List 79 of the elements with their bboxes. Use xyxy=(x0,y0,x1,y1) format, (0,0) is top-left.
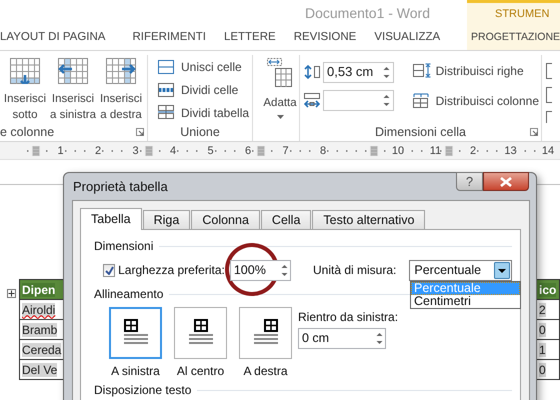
column-marker-icon xyxy=(444,146,452,156)
window-title: Documento1 - Word xyxy=(304,4,430,22)
cell-option-icon[interactable] xyxy=(546,87,552,103)
dialog-tab[interactable]: Testo alternativo xyxy=(312,210,426,229)
header-cell: ico xyxy=(536,280,560,300)
spinner-icon[interactable] xyxy=(375,330,384,347)
dialog-tab[interactable]: Riga xyxy=(142,210,190,229)
group-label: Dimensioni cella xyxy=(374,124,466,141)
distribute-columns-icon xyxy=(412,93,431,108)
merge-cells-icon xyxy=(158,60,176,75)
ribbon-tab[interactable]: REVISIONE xyxy=(284,29,366,47)
ribbon-button[interactable]: Distribuisci righe xyxy=(410,60,541,81)
ribbon-button[interactable]: Distribuisci colonne xyxy=(410,90,541,111)
height-field[interactable]: 0,53 cm xyxy=(323,62,394,82)
dialog-tab[interactable]: Tabella xyxy=(80,208,142,230)
ribbon-tab[interactable]: RIFERIMENTI xyxy=(123,29,215,47)
cell-option-icon[interactable] xyxy=(546,63,552,79)
insert-button[interactable]: Inserisci sotto xyxy=(2,55,48,123)
column-width-icon xyxy=(304,92,320,108)
autofit-icon xyxy=(267,58,293,88)
column-marker-icon xyxy=(257,146,265,156)
insert-column-right-icon xyxy=(106,58,136,84)
highlight-circle xyxy=(225,243,279,296)
unit-dropdown[interactable]: Percentuale xyxy=(409,260,512,280)
section-heading: Allineamento xyxy=(94,286,164,303)
section-heading: Dimensioni xyxy=(94,238,154,255)
alignment-label: Al centro xyxy=(176,364,224,379)
column-marker-icon xyxy=(32,146,40,156)
column-marker-icon xyxy=(144,146,152,156)
distribute-rows-icon xyxy=(412,63,431,78)
ribbon-tab[interactable]: LETTERE xyxy=(214,29,285,47)
ribbon-button[interactable]: Unisci celle xyxy=(156,57,252,78)
alignment-option[interactable] xyxy=(174,307,227,359)
alignment-label: A destra xyxy=(243,364,288,379)
close-icon xyxy=(499,176,513,186)
ribbon-tab[interactable]: VISUALIZZA xyxy=(365,29,450,47)
dialog-tab[interactable]: Colonna xyxy=(191,210,260,229)
dialog-launcher-icon[interactable] xyxy=(136,128,144,136)
move-handle-icon[interactable] xyxy=(7,289,16,298)
insert-button[interactable]: Inserisci a sinistra xyxy=(50,55,96,123)
ruler-number: 14 xyxy=(541,144,555,156)
insert-column-left-icon xyxy=(58,58,88,84)
alignment-label: A sinistra xyxy=(111,364,160,379)
column-marker-icon xyxy=(370,146,378,156)
caret-icon xyxy=(276,115,284,119)
dialog-title: Proprietà tabella xyxy=(73,178,168,196)
row-height-icon xyxy=(304,64,320,80)
alignment-option[interactable] xyxy=(109,307,162,359)
help-button[interactable]: ? xyxy=(456,172,483,191)
ruler-number: 13 xyxy=(504,144,518,156)
indent-field[interactable]: 0 cm xyxy=(298,328,386,349)
insert-button[interactable]: Inserisci a destra xyxy=(98,55,144,123)
dialog-tab[interactable]: Cella xyxy=(260,210,312,229)
ribbon-tab[interactable]: LAYOUT DI PAGINA xyxy=(0,29,124,47)
header-cell: Dipen xyxy=(20,280,64,300)
field-label: Rientro da sinistra: xyxy=(298,310,398,325)
dropdown-option[interactable]: Centimetri xyxy=(411,295,520,308)
checkbox[interactable] xyxy=(103,264,116,276)
ruler-number: 10 xyxy=(391,144,405,156)
width-field[interactable] xyxy=(323,90,394,110)
group-label: e colonne xyxy=(0,124,54,141)
dialog-launcher-icon[interactable] xyxy=(530,128,538,136)
alignment-option[interactable] xyxy=(239,307,292,359)
ruler-number: 11 xyxy=(428,144,442,156)
checkmark-icon xyxy=(104,266,114,274)
group-label: Unione xyxy=(180,124,220,141)
width-field[interactable]: 100% xyxy=(230,260,291,280)
field-label: Larghezza preferita: xyxy=(118,262,225,278)
close-button[interactable] xyxy=(483,172,529,191)
contextual-tab-group-title: STRUMEN xyxy=(495,7,550,22)
insert-row-below-icon xyxy=(10,58,40,84)
field-label: Unità di misura: xyxy=(313,262,396,278)
autofit-button[interactable]: Adatta xyxy=(257,55,299,123)
ribbon-tab[interactable]: PROGETTAZIONE xyxy=(471,30,560,46)
split-cells-icon xyxy=(158,82,176,98)
ribbon-button[interactable]: Dividi celle xyxy=(156,80,252,100)
split-table-icon xyxy=(158,105,176,120)
section-heading: Disposizione testo xyxy=(94,382,192,399)
ribbon-button[interactable]: Dividi tabella xyxy=(156,102,252,123)
